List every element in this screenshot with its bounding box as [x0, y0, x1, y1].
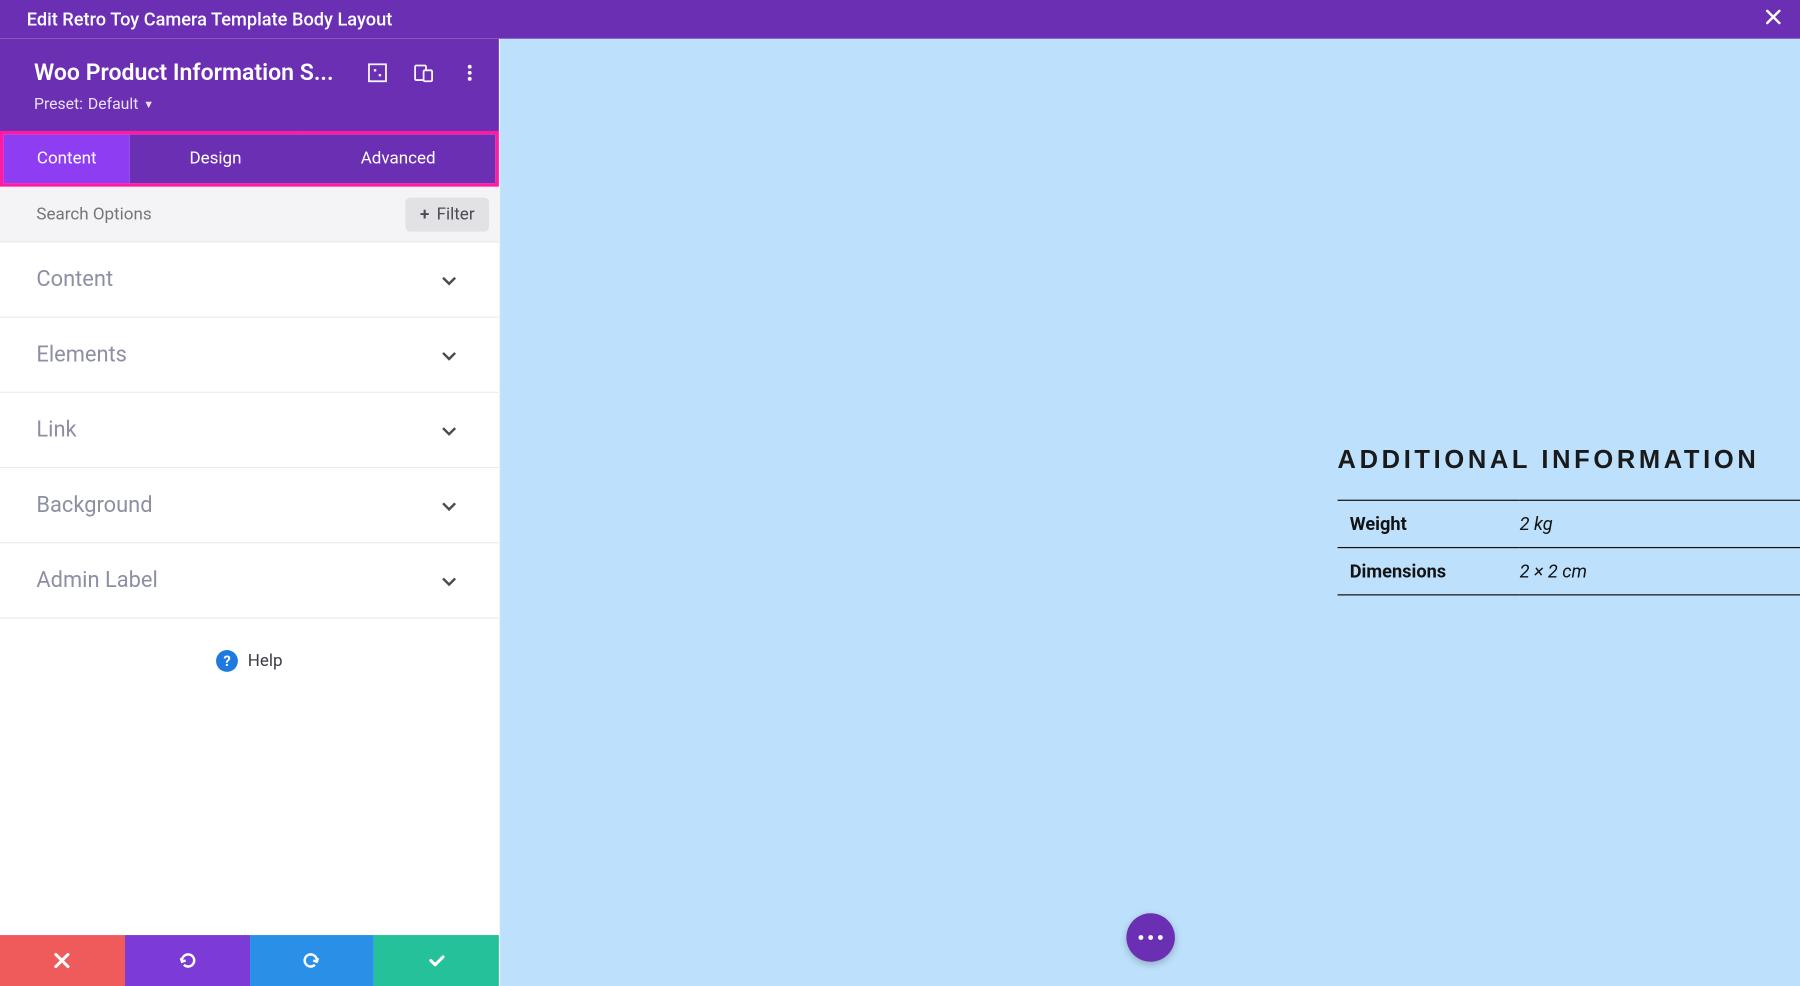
accordion-label: Admin Label — [36, 568, 157, 593]
settings-tabs: Content Design Advanced — [4, 135, 496, 184]
dimensions-label: Dimensions — [1338, 548, 1520, 595]
chevron-down-icon: ▼ — [143, 98, 154, 111]
tabs-highlight: Content Design Advanced — [0, 131, 499, 187]
chevron-down-icon — [441, 271, 458, 288]
plus-icon: + — [420, 204, 429, 223]
accordion-admin-label[interactable]: Admin Label — [0, 543, 499, 618]
product-info-block: ADDITIONAL INFORMATION Weight 2 kg Dimen… — [1338, 446, 1800, 595]
preset-value: Default — [88, 96, 139, 114]
expand-icon[interactable] — [368, 62, 387, 81]
help-icon: ? — [216, 650, 238, 672]
accordion-label: Content — [36, 267, 113, 292]
accordion-label: Link — [36, 417, 76, 442]
redo-button[interactable] — [249, 935, 374, 986]
chevron-down-icon — [441, 497, 458, 514]
module-header: Woo Product Information S... — [0, 39, 499, 131]
chevron-down-icon — [441, 346, 458, 363]
discard-button[interactable] — [0, 935, 125, 986]
accordion-label: Elements — [36, 342, 127, 367]
window-title: Edit Retro Toy Camera Template Body Layo… — [27, 8, 393, 30]
dimensions-value: 2 × 2 cm — [1520, 548, 1800, 595]
help-link[interactable]: ? Help — [0, 619, 499, 704]
accordion-background[interactable]: Background — [0, 468, 499, 543]
accordion-content[interactable]: Content — [0, 243, 499, 318]
save-button[interactable] — [374, 935, 499, 986]
preset-label: Preset: — [34, 96, 83, 114]
chevron-down-icon — [441, 421, 458, 438]
weight-value: 2 kg — [1520, 500, 1800, 547]
search-input[interactable] — [36, 204, 279, 223]
search-row: + Filter — [0, 187, 499, 243]
help-label: Help — [248, 651, 283, 670]
tab-advanced[interactable]: Advanced — [301, 135, 495, 184]
more-icon[interactable] — [460, 62, 479, 81]
undo-button[interactable] — [125, 935, 250, 986]
preset-selector[interactable]: Preset: Default ▼ — [34, 96, 472, 114]
filter-button[interactable]: + Filter — [405, 197, 489, 231]
weight-label: Weight — [1338, 500, 1520, 547]
info-heading: ADDITIONAL INFORMATION — [1338, 446, 1800, 475]
module-title: Woo Product Information S... — [34, 58, 334, 86]
table-row: Weight 2 kg — [1338, 500, 1800, 547]
window-title-bar: Edit Retro Toy Camera Template Body Layo… — [0, 0, 1800, 39]
accordion-label: Background — [36, 492, 152, 517]
settings-sidebar: Woo Product Information S... — [0, 39, 500, 986]
preview-canvas: ADDITIONAL INFORMATION Weight 2 kg Dimen… — [500, 39, 1800, 986]
chevron-down-icon — [441, 572, 458, 589]
bottom-action-bar — [0, 935, 499, 986]
accordion-elements[interactable]: Elements — [0, 318, 499, 393]
responsive-icon[interactable] — [414, 62, 433, 81]
accordion-link[interactable]: Link — [0, 393, 499, 468]
fab-more-button[interactable] — [1126, 913, 1175, 962]
table-row: Dimensions 2 × 2 cm — [1338, 548, 1800, 595]
info-table: Weight 2 kg Dimensions 2 × 2 cm — [1338, 500, 1800, 596]
ellipsis-icon — [1138, 935, 1162, 940]
filter-label: Filter — [437, 204, 475, 223]
tab-design[interactable]: Design — [130, 135, 301, 184]
close-icon[interactable] — [1764, 7, 1783, 32]
tab-content[interactable]: Content — [4, 135, 130, 184]
